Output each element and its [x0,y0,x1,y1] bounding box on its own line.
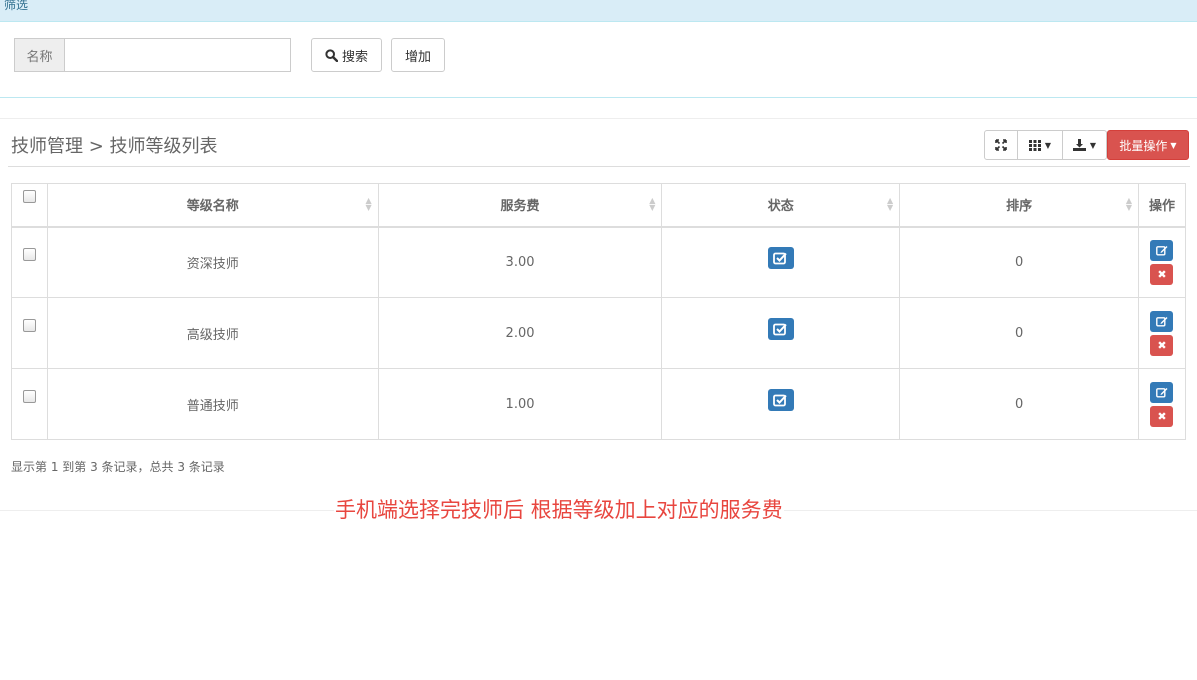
chevron-down-icon: ▼ [1044,140,1052,150]
fee-cell: 2.00 [377,297,663,369]
header-label: 操作 [1148,199,1175,215]
chevron-down-icon: ▼ [1170,140,1177,150]
row-check-cell [11,297,48,369]
header-label: 排序 [1006,199,1033,215]
batch-operation-button[interactable]: 批量操作 ▼ [1107,130,1189,160]
header-fee[interactable]: 服务费 ▲ ▼ [377,183,663,228]
header-operation: 操作 [1137,183,1187,228]
table-row: 高级技师 2.00 0 ✖ [11,297,1187,369]
status-cell [661,368,901,440]
level-name-cell: 普通技师 [46,368,379,440]
level-name-cell: 资深技师 [46,226,379,298]
header-label: 等级名称 [186,199,239,215]
header-level-name[interactable]: 等级名称 ▲ ▼ [46,183,379,228]
row-checkbox[interactable] [22,318,36,332]
chevron-down-icon: ▼ [1089,140,1097,150]
level-name-cell: 高级技师 [46,297,379,369]
close-icon: ✖ [1157,409,1167,423]
sort-cell: 0 [899,368,1139,440]
row-checkbox[interactable] [22,247,36,261]
status-cell [661,297,901,369]
row-check-cell [11,226,48,298]
annotation-note: 手机端选择完技师后 根据等级加上对应的服务费 [334,494,784,524]
header-label: 服务费 [500,199,540,215]
delete-button[interactable]: ✖ [1150,405,1174,427]
search-label: 搜索 [341,49,368,65]
edit-icon [1156,387,1168,397]
add-label: 增加 [404,49,431,65]
operation-cell: ✖ [1137,368,1187,440]
operation-cell: ✖ [1137,226,1187,298]
checked-status-icon[interactable] [767,247,794,270]
delete-button[interactable]: ✖ [1150,334,1174,356]
checked-status-icon[interactable] [767,318,794,340]
add-button[interactable]: 增加 [391,38,445,72]
close-icon: ✖ [1157,267,1167,281]
operation-cell: ✖ [1137,297,1187,369]
fullscreen-button[interactable] [984,130,1018,160]
breadcrumb: 技师管理 > 技师等级列表 [11,136,218,157]
sort-icon: ▲ ▼ [649,196,656,212]
breadcrumb-divider [8,166,1190,167]
pagination-info: 显示第 1 到第 3 条记录，总共 3 条记录 [11,460,225,474]
filter-title: 筛选 [4,0,29,12]
delete-button[interactable]: ✖ [1150,263,1174,285]
sort-cell: 0 [899,297,1139,369]
row-check-cell [11,368,48,440]
edit-icon [1156,316,1168,326]
status-cell [661,226,901,298]
edit-button[interactable] [1150,310,1174,332]
edit-button[interactable] [1150,239,1174,261]
export-button[interactable]: ▼ [1062,130,1107,160]
level-table: 等级名称 ▲ ▼ 服务费 ▲ ▼ 状态 ▲ ▼ 排序 ▲ ▼ 操作 资深技师 3.00 0 ✖ … [11,183,1187,440]
edit-button[interactable] [1150,381,1174,403]
header-sort[interactable]: 排序 ▲ ▼ [899,183,1139,228]
table-header-row: 等级名称 ▲ ▼ 服务费 ▲ ▼ 状态 ▲ ▼ 排序 ▲ ▼ 操作 [11,183,1187,228]
select-all-checkbox[interactable] [22,190,36,204]
table-row: 普通技师 1.00 0 ✖ [11,368,1187,440]
select-all-cell [11,183,48,228]
fee-cell: 3.00 [377,226,663,298]
close-icon: ✖ [1157,338,1167,352]
search-button[interactable]: 搜索 [311,38,382,72]
edit-icon [1156,245,1168,256]
columns-toggle-button[interactable]: ▼ [1017,130,1063,160]
search-icon [325,48,338,62]
name-input[interactable] [64,38,291,72]
name-label: 名称 [14,38,64,72]
filter-panel: 名称 搜索 增加 [0,22,1197,98]
checked-status-icon[interactable] [767,389,794,411]
fullscreen-icon [995,139,1007,151]
fee-cell: 1.00 [377,368,663,440]
name-filter-group: 名称 [14,38,291,72]
header-label: 状态 [767,199,794,215]
sort-icon: ▲ ▼ [1125,196,1132,212]
section-divider [0,118,1197,119]
row-checkbox[interactable] [22,389,36,403]
header-status[interactable]: 状态 ▲ ▼ [661,183,901,228]
table-row: 资深技师 3.00 0 ✖ [11,226,1187,298]
sort-icon: ▲ ▼ [365,196,372,212]
sort-cell: 0 [899,226,1139,298]
export-icon [1072,139,1086,151]
batch-label: 批量操作 [1119,138,1168,153]
filter-panel-header: 筛选 [0,0,1197,22]
grid-icon [1028,139,1041,151]
sort-icon: ▲ ▼ [887,196,894,212]
